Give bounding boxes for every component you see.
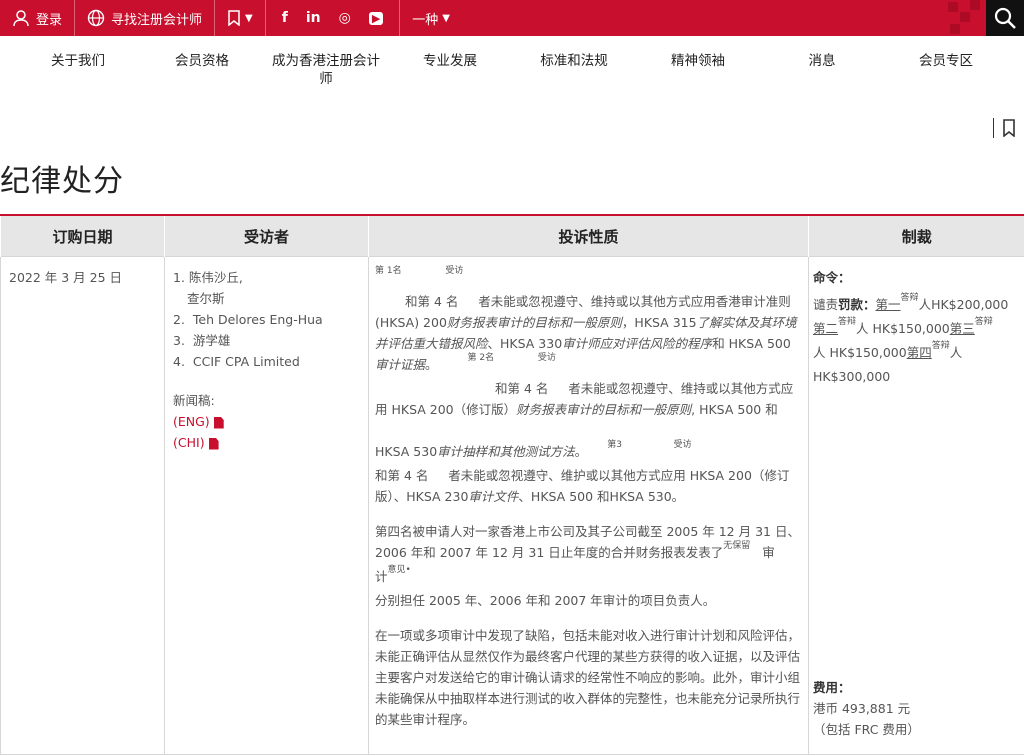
header-date: 订购日期 — [1, 215, 165, 257]
cell-complaint: 第 1名 受访 和第 4 名 者未能或忽视遵守、维持或以其他方式应用香港审计准则… — [369, 257, 809, 755]
find-cpa-label: 寻找注册会计师 — [111, 9, 202, 28]
respondent-item: 4. CCIF CPA Limited — [173, 351, 360, 372]
top-bar: 登录 寻找注册会计师 ▼ f in ◎ ▶ 一种 ▼ — [0, 0, 1024, 36]
cell-sanctions: 命令： 谴责罚款：第一答辩人HK$200,000 第二答辩人 HK$150,00… — [809, 257, 1024, 755]
order-date: 2022 年 3 月 25 日 — [9, 270, 122, 285]
page-title: 纪律处分 — [0, 150, 1024, 214]
chevron-down-icon: ▼ — [245, 13, 253, 24]
nav-thought-leadership[interactable]: 精神领袖 — [640, 36, 756, 70]
complaint-paragraph-3: 在一项或多项审计中发现了缺陷，包括未能对收入进行审计计划和风险评估，未能正确评估… — [375, 625, 802, 730]
press-eng-link[interactable]: (ENG) — [173, 414, 210, 429]
bookmark-dropdown[interactable]: ▼ — [215, 0, 266, 36]
bookmark-icon — [227, 10, 241, 26]
complaint-paragraph-1: 第 1名 受访 和第 4 名 者未能或忽视遵守、维持或以其他方式应用香港审计准则… — [375, 267, 802, 507]
main-nav: 关于我们 会员资格 成为香港注册会计师 专业发展 标准和法规 精神领袖 消息 会… — [0, 36, 1024, 116]
table-row: 2022 年 3 月 25 日 1. 陈伟沙丘, 查尔斯 2. Teh Delo… — [1, 257, 1024, 755]
login-label: 登录 — [36, 9, 62, 28]
respondent-item-cont: 查尔斯 — [173, 288, 360, 309]
login-link[interactable]: 登录 — [0, 0, 75, 36]
respondent-item: 2. Teh Delores Eng-Hua — [173, 309, 360, 330]
complaint-paragraph-2: 第四名被申请人对一家香港上市公司及其子公司截至 2005 年 12 月 31 日… — [375, 521, 802, 611]
search-icon — [993, 6, 1017, 30]
user-icon — [12, 9, 30, 27]
search-button[interactable] — [986, 0, 1024, 36]
press-chi-link[interactable]: (CHI) — [173, 435, 205, 450]
globe-icon — [87, 9, 105, 27]
nav-news[interactable]: 消息 — [764, 36, 880, 70]
pdf-icon[interactable] — [209, 438, 219, 450]
nav-membership[interactable]: 会员资格 — [144, 36, 260, 70]
sanction-details: 谴责罚款：第一答辩人HK$200,000 第二答辩人 HK$150,000第三答… — [813, 294, 1020, 387]
page-tools — [0, 116, 1024, 150]
nav-members-area[interactable]: 会员专区 — [888, 36, 1004, 70]
order-label: 命令： — [813, 267, 1020, 288]
nav-become-cpa[interactable]: 成为香港注册会计师 — [268, 36, 384, 88]
respondent-item: 3. 游学雄 — [173, 330, 360, 351]
cell-respondents: 1. 陈伟沙丘, 查尔斯 2. Teh Delores Eng-Hua 3. 游… — [165, 257, 369, 755]
decorative-pattern — [944, 0, 986, 36]
nav-standards[interactable]: 标准和法规 — [516, 36, 632, 70]
facebook-icon[interactable]: f — [282, 10, 288, 26]
instagram-icon[interactable]: ◎ — [339, 10, 351, 26]
respondent-item: 1. 陈伟沙丘, — [173, 267, 360, 288]
nav-about[interactable]: 关于我们 — [20, 36, 136, 70]
bookmark-icon[interactable] — [1002, 119, 1016, 137]
cost-label: 费用： — [813, 677, 1020, 698]
divider — [993, 118, 994, 138]
youtube-icon[interactable]: ▶ — [369, 12, 383, 25]
header-nature: 投诉性质 — [369, 215, 809, 257]
disciplinary-table: 订购日期 受访者 投诉性质 制裁 2022 年 3 月 25 日 1. 陈伟沙丘… — [0, 214, 1024, 755]
find-cpa-link[interactable]: 寻找注册会计师 — [75, 0, 215, 36]
cell-date: 2022 年 3 月 25 日 — [1, 257, 165, 755]
language-selector[interactable]: 一种 ▼ — [400, 0, 462, 36]
header-respondents: 受访者 — [165, 215, 369, 257]
pdf-icon[interactable] — [214, 417, 224, 429]
chevron-down-icon: ▼ — [442, 13, 450, 24]
social-links: f in ◎ ▶ — [266, 0, 401, 36]
linkedin-icon[interactable]: in — [306, 10, 321, 26]
cost-value: 港币 493,881 元 — [813, 698, 1020, 719]
press-release-label: 新闻稿: — [173, 390, 360, 411]
nav-professional-development[interactable]: 专业发展 — [392, 36, 508, 70]
header-sanctions: 制裁 — [809, 215, 1024, 257]
language-label: 一种 — [412, 9, 438, 28]
cost-note: （包括 FRC 费用） — [813, 719, 1020, 740]
